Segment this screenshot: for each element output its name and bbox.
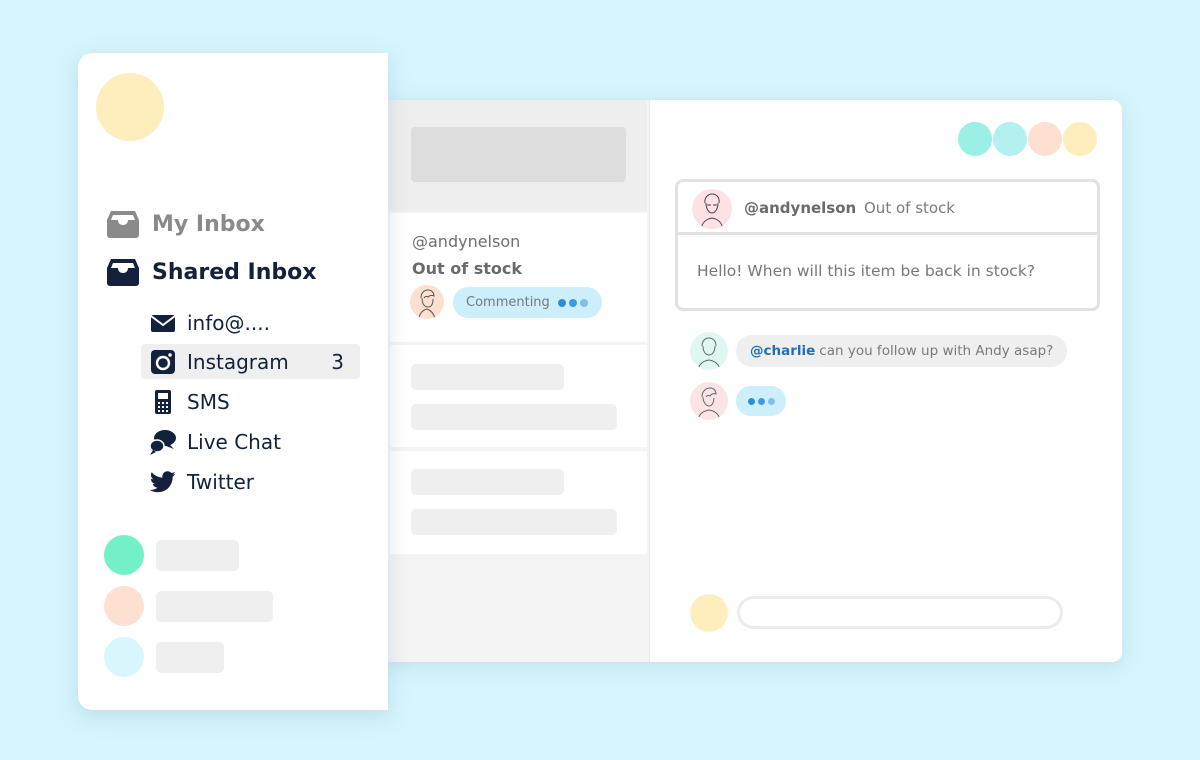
inbox-icon bbox=[106, 257, 140, 287]
nav-shared-inbox[interactable]: Shared Inbox bbox=[106, 257, 316, 287]
conversation-subject: Out of stock bbox=[412, 259, 523, 278]
participant-avatar[interactable] bbox=[957, 121, 993, 157]
message-card: @andynelson Out of stock Hello! When wil… bbox=[675, 179, 1100, 311]
typing-indicator-row bbox=[690, 382, 786, 420]
participant-avatar[interactable] bbox=[992, 121, 1028, 157]
nav-label: My Inbox bbox=[152, 211, 265, 237]
person-sketch-icon bbox=[697, 387, 721, 420]
avatar bbox=[690, 332, 728, 370]
person-sketch-icon bbox=[697, 337, 721, 370]
message-user: @andynelson bbox=[744, 199, 857, 217]
conversation-list: @andynelson Out of stock Commenting bbox=[380, 100, 650, 662]
commenting-status-pill: Commenting bbox=[453, 287, 602, 318]
nav-my-inbox[interactable]: My Inbox bbox=[106, 209, 265, 239]
avatar bbox=[692, 189, 732, 229]
channel-label: Instagram bbox=[187, 349, 289, 374]
placeholder-bar bbox=[156, 641, 224, 673]
conversation-item-placeholder[interactable] bbox=[390, 345, 647, 447]
typing-dots-icon bbox=[557, 298, 588, 307]
participants bbox=[957, 121, 1098, 157]
logo bbox=[96, 73, 164, 141]
message-input[interactable] bbox=[737, 596, 1063, 629]
instagram-icon bbox=[149, 348, 177, 376]
placeholder-bar bbox=[156, 590, 273, 622]
comment-text: can you follow up with Andy asap? bbox=[819, 343, 1054, 359]
channel-twitter[interactable]: Twitter bbox=[141, 464, 360, 499]
avatar bbox=[690, 382, 728, 420]
member-avatar bbox=[104, 637, 144, 677]
channel-sms[interactable]: SMS bbox=[141, 384, 360, 419]
typing-indicator bbox=[736, 386, 786, 416]
comment-item: @charlie can you follow up with Andy asa… bbox=[690, 332, 1068, 370]
channel-live-chat[interactable]: Live Chat bbox=[141, 424, 360, 459]
team-member-placeholder[interactable] bbox=[104, 586, 273, 626]
chat-bubbles-icon bbox=[149, 428, 177, 456]
avatar bbox=[410, 285, 444, 319]
channel-label: Twitter bbox=[187, 469, 255, 494]
inbox-icon bbox=[106, 209, 140, 239]
channel-instagram[interactable]: Instagram 3 bbox=[141, 344, 360, 379]
placeholder-bar bbox=[411, 509, 617, 535]
conversation-user: @andynelson bbox=[412, 232, 521, 251]
main-window: @andynelson Out of stock Commenting @and… bbox=[380, 100, 1122, 662]
participant-avatar[interactable] bbox=[1027, 121, 1063, 157]
phone-icon bbox=[149, 388, 177, 416]
channel-label: Live Chat bbox=[187, 429, 281, 454]
placeholder-bar bbox=[411, 404, 617, 430]
member-avatar bbox=[104, 586, 144, 626]
person-sketch-icon bbox=[418, 289, 436, 319]
member-avatar bbox=[104, 535, 144, 575]
sidebar: My Inbox Shared Inbox info@.... Instagra… bbox=[78, 53, 388, 710]
conversation-item-placeholder[interactable] bbox=[390, 451, 647, 554]
team-member-placeholder[interactable] bbox=[104, 535, 239, 575]
placeholder-bar bbox=[411, 469, 564, 495]
message-subject: Out of stock bbox=[864, 199, 955, 217]
team-member-placeholder[interactable] bbox=[104, 637, 224, 677]
conversation-item-selected[interactable]: @andynelson Out of stock Commenting bbox=[390, 213, 647, 342]
typing-dots-icon bbox=[747, 397, 775, 405]
nav-label: Shared Inbox bbox=[152, 259, 317, 285]
message-header: @andynelson Out of stock bbox=[678, 182, 1097, 235]
channel-label: info@.... bbox=[187, 310, 270, 335]
commenting-status-label: Commenting bbox=[466, 295, 550, 310]
mention-link[interactable]: @charlie bbox=[750, 343, 815, 359]
placeholder-bar bbox=[156, 539, 239, 571]
chat-panel: @andynelson Out of stock Hello! When wil… bbox=[651, 100, 1122, 662]
unread-count-badge: 3 bbox=[331, 349, 344, 374]
list-search-placeholder[interactable] bbox=[411, 127, 626, 182]
envelope-icon bbox=[149, 309, 177, 337]
list-header bbox=[380, 100, 647, 211]
message-body: Hello! When will this item be back in st… bbox=[697, 262, 1036, 280]
composer-avatar bbox=[690, 594, 728, 632]
channel-email[interactable]: info@.... bbox=[141, 305, 360, 340]
participant-avatar[interactable] bbox=[1062, 121, 1098, 157]
person-sketch-icon bbox=[700, 193, 724, 229]
twitter-icon bbox=[149, 468, 177, 496]
channel-label: SMS bbox=[187, 389, 230, 414]
comment-bubble: @charlie can you follow up with Andy asa… bbox=[736, 335, 1068, 367]
placeholder-bar bbox=[411, 364, 564, 390]
